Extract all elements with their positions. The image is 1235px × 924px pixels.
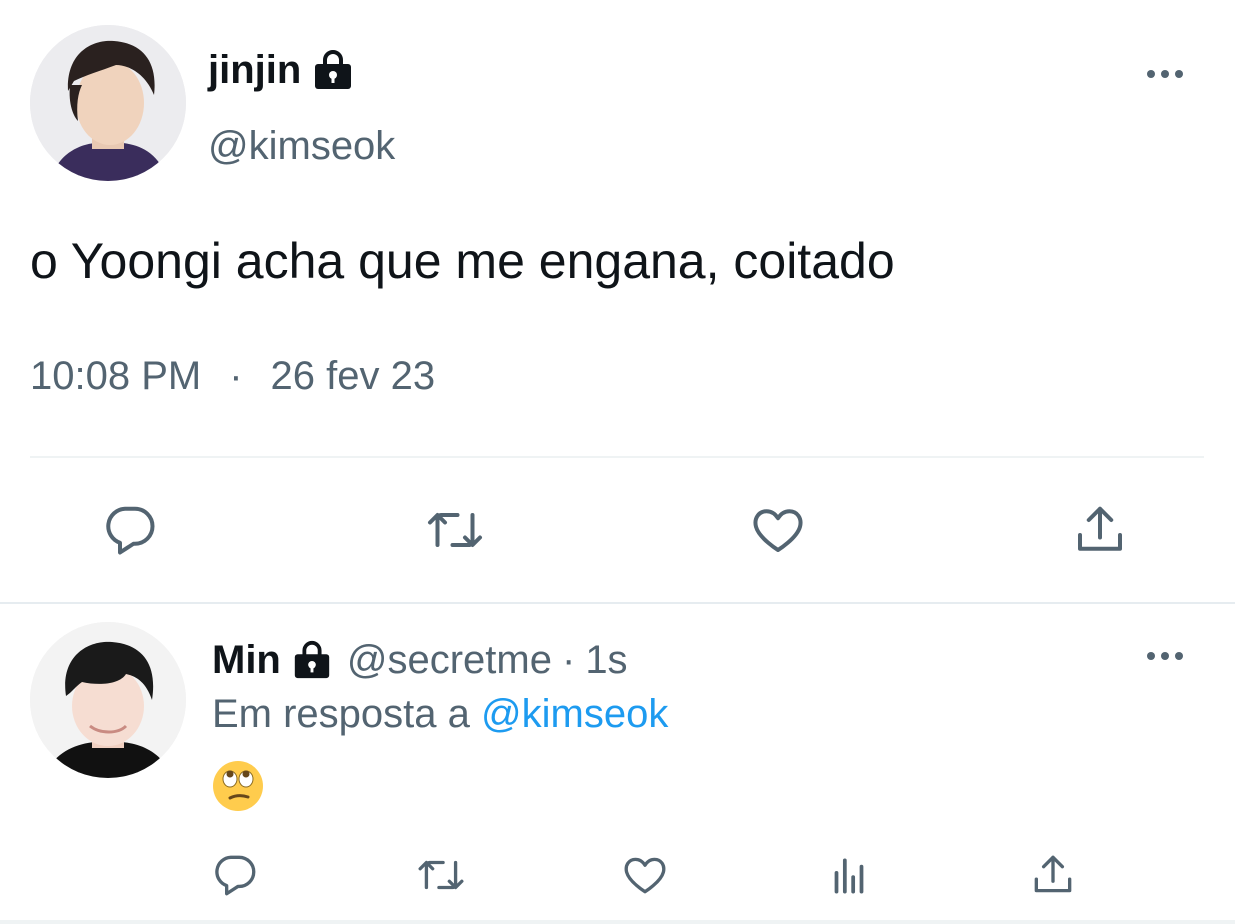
tweet-text: o Yoongi acha que me engana, coitado	[30, 233, 895, 289]
bottom-divider	[0, 920, 1235, 924]
share-button[interactable]	[1026, 848, 1080, 902]
replying-to-prefix: Em resposta a	[212, 692, 470, 736]
retweet-button[interactable]	[425, 500, 485, 560]
lock-icon	[291, 639, 333, 681]
reply-time[interactable]: 1s	[585, 634, 627, 686]
eye-roll-emoji	[212, 760, 264, 812]
reply-icon	[106, 506, 155, 555]
reply-author-handle[interactable]: @secretme	[347, 634, 552, 686]
replying-to: Em resposta a @kimseok	[212, 688, 668, 740]
section-divider	[0, 602, 1235, 604]
share-button[interactable]	[1070, 500, 1130, 560]
retweet-icon	[428, 513, 482, 547]
like-button[interactable]	[748, 500, 808, 560]
replying-to-mention[interactable]: @kimseok	[481, 692, 668, 736]
face-with-rolling-eyes-icon	[213, 761, 263, 811]
reply-meta-separator: ·	[561, 638, 576, 682]
lock-icon	[311, 48, 355, 92]
analytics-icon	[834, 858, 864, 894]
retweet-icon	[418, 860, 464, 890]
meta-separator: ·	[229, 354, 243, 398]
author-name-row: jinjin	[208, 46, 355, 94]
more-options-icon[interactable]	[1145, 66, 1185, 82]
tweet-time: 10:08 PM	[30, 354, 202, 398]
analytics-button[interactable]	[822, 848, 876, 902]
reply-button[interactable]	[100, 500, 160, 560]
author-handle[interactable]: @kimseok	[208, 120, 395, 172]
profile-photo-icon	[30, 622, 186, 778]
reply-more-options-icon[interactable]	[1145, 648, 1185, 664]
avatar[interactable]	[30, 25, 186, 181]
reply-button[interactable]	[208, 848, 262, 902]
reply-avatar[interactable]	[30, 622, 186, 778]
like-icon	[753, 509, 803, 552]
reply-icon	[215, 855, 256, 896]
tweet-timestamp[interactable]: 10:08 PM · 26 fev 23	[30, 350, 435, 402]
like-button[interactable]	[618, 848, 672, 902]
retweet-button[interactable]	[414, 848, 468, 902]
profile-photo-icon	[30, 25, 186, 181]
reply-author-name[interactable]: Min	[212, 634, 281, 686]
divider	[30, 456, 1204, 458]
share-icon	[1078, 506, 1122, 551]
share-icon	[1034, 855, 1072, 893]
tweet-date: 26 fev 23	[270, 354, 436, 398]
reply-author-row: Min @secretme · 1s	[212, 634, 628, 686]
like-icon	[624, 857, 666, 894]
tweet-thread: jinjin @kimseok o Yoongi acha que me eng…	[0, 0, 1235, 924]
author-name[interactable]: jinjin	[208, 46, 301, 94]
